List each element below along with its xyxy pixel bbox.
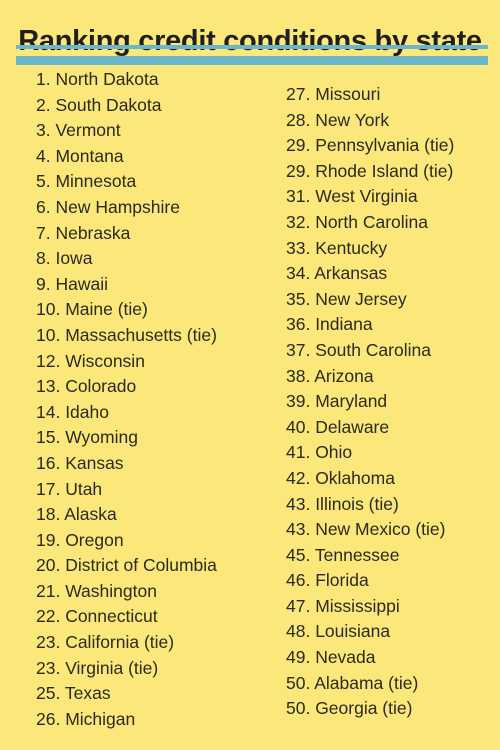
ranking-item: 50. Alabama (tie) [286, 672, 419, 693]
ranking-item: 50. Georgia (tie) [286, 698, 413, 719]
ranking-item: 32. North Carolina [286, 211, 429, 232]
ranking-item: 14. Idaho [36, 401, 109, 422]
ranking-item: 1. North Dakota [36, 69, 159, 89]
ranking-item: 10. Massachusetts (tie) [36, 324, 217, 345]
ranking-item: 38. Arizona [286, 365, 374, 386]
ranking-item: 36. Indiana [286, 314, 373, 335]
ranking-item: 26. Michigan [36, 708, 136, 729]
ranking-item: 13. Colorado [36, 376, 137, 397]
ranking-item: 40. Delaware [286, 416, 390, 437]
ranking-item: 29. Pennsylvania (tie) [286, 135, 455, 156]
ranking-item: 19. Oregon [36, 529, 124, 550]
ranking-item: 34. Arkansas [286, 263, 388, 284]
ranking-item: 9. Hawaii [36, 273, 108, 294]
ranking-item: 48. Louisiana [286, 621, 391, 642]
ranking-item: 25. Texas [36, 683, 111, 704]
ranking-item: 12. Wisconsin [36, 350, 145, 371]
ranking-item: 16. Kansas [36, 452, 124, 473]
ranking-item: 2. South Dakota [36, 94, 162, 115]
ranking-item: 5. Minnesota [36, 171, 137, 192]
divider-thin [16, 45, 488, 49]
ranking-item: 42. Oklahoma [286, 467, 395, 488]
ranking-item: 29. Rhode Island (tie) [286, 160, 454, 181]
ranking-item: 18. Alaska [36, 504, 117, 525]
ranking-item: 15. Wyoming [36, 427, 138, 448]
ranking-item: 17. Utah [36, 478, 103, 499]
ranking-item: 21. Washington [36, 580, 157, 601]
ranking-item: 35. New Jersey [286, 288, 407, 309]
ranking-item: 10. Maine (tie) [36, 299, 148, 320]
ranking-item: 3. Vermont [36, 120, 121, 141]
ranking-item: 33. Kentucky [286, 237, 388, 258]
ranking-item: 6. New Hampshire [36, 196, 180, 217]
ranking-item: 43. Illinois (tie) [286, 493, 399, 514]
ranking-item: 4. Montana [36, 145, 124, 166]
ranking-item: 23. Virginia (tie) [36, 657, 159, 678]
ranking-item: 22. Connecticut [36, 606, 158, 627]
page-title: Ranking credit conditions by state [18, 25, 482, 58]
ranking-item: 31. West Virginia [286, 186, 418, 207]
ranking-item: 27. Missouri [286, 84, 381, 104]
ranking-item: 49. Nevada [286, 647, 376, 668]
ranking-list-right: 27. Missouri 28. New York 29. Pennsylvania… [286, 82, 454, 722]
ranking-item: 23. California (tie) [36, 632, 175, 653]
ranking-list-left: 1. North Dakota 2. South Dakota 3. Vermont… [36, 67, 217, 732]
divider-thick [16, 56, 488, 65]
ranking-item: 46. Florida [286, 570, 369, 591]
ranking-item: 47. Mississippi [286, 595, 400, 616]
ranking-item: 45. Tennessee [286, 544, 400, 565]
ranking-item: 43. New Mexico (tie) [286, 519, 446, 540]
ranking-item: 28. New York [286, 109, 390, 130]
ranking-item: 7. Nebraska [36, 222, 131, 243]
ranking-item: 41. Ohio [286, 442, 353, 463]
ranking-item: 8. Iowa [36, 248, 93, 269]
ranking-item: 20. District of Columbia [36, 555, 217, 576]
ranking-item: 39. Maryland [286, 391, 388, 412]
ranking-item: 37. South Carolina [286, 339, 431, 360]
